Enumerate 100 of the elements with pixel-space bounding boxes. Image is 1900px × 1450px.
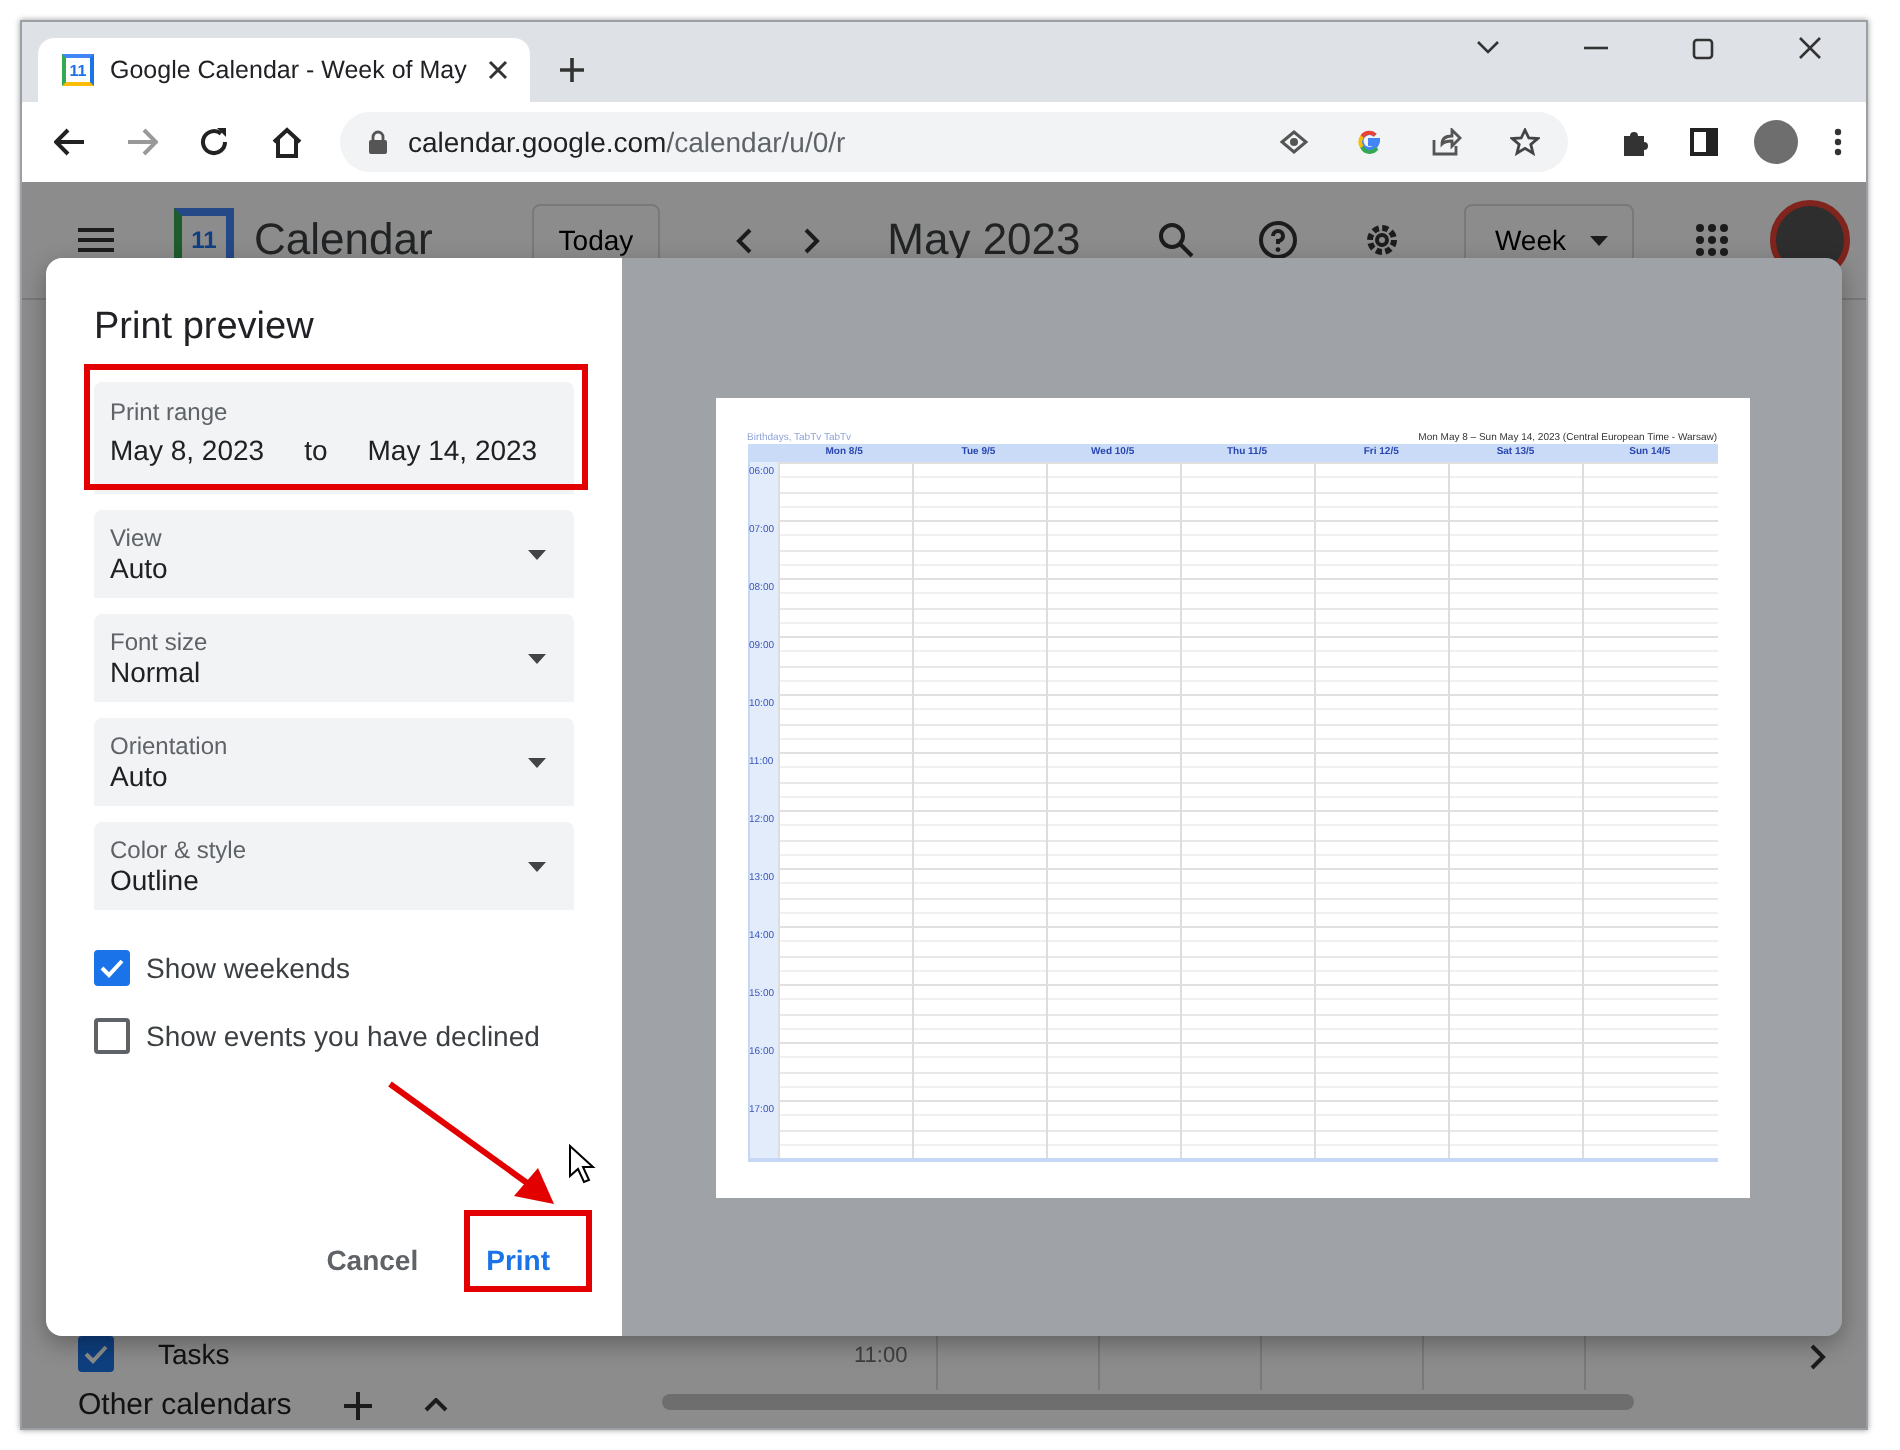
grid-cell bbox=[1582, 751, 1717, 809]
dropdown-field[interactable]: View Auto bbox=[94, 510, 574, 598]
grid-cell bbox=[1314, 461, 1449, 519]
scrollbar[interactable] bbox=[662, 1394, 1634, 1410]
caret-icon bbox=[1590, 235, 1608, 245]
more-icon[interactable] bbox=[1834, 128, 1842, 156]
star-icon[interactable] bbox=[1510, 128, 1540, 156]
print-range-field[interactable]: Print range May 8, 2023 to May 14, 2023 bbox=[94, 382, 574, 494]
search-icon[interactable] bbox=[1158, 222, 1195, 258]
grid-cell bbox=[1179, 519, 1315, 577]
help-icon[interactable] bbox=[1258, 220, 1299, 260]
grid-cell bbox=[777, 751, 912, 809]
grid-cell bbox=[1448, 867, 1583, 925]
caret-icon bbox=[528, 861, 546, 871]
chevron-up-icon[interactable] bbox=[423, 1398, 448, 1412]
calendar-favicon: 11 bbox=[62, 54, 94, 86]
plus-icon[interactable] bbox=[343, 1391, 372, 1419]
grid-cell bbox=[1045, 519, 1180, 577]
dropdown-field[interactable]: Orientation Auto bbox=[94, 718, 574, 806]
print-button[interactable]: Print bbox=[462, 1224, 574, 1296]
grid-cell bbox=[1179, 983, 1315, 1041]
grid-cell bbox=[911, 1099, 1046, 1157]
grid-cell bbox=[1179, 867, 1315, 925]
home-icon[interactable] bbox=[270, 126, 304, 158]
chevron-right-icon[interactable] bbox=[803, 227, 820, 253]
close-icon[interactable] bbox=[486, 58, 510, 82]
grid-cell bbox=[1582, 809, 1717, 867]
chevron-right-icon[interactable] bbox=[1810, 1343, 1826, 1369]
grid-cell bbox=[777, 461, 912, 519]
settings-icon[interactable] bbox=[1362, 220, 1403, 260]
field-label: View bbox=[110, 524, 164, 552]
grid-cell bbox=[911, 519, 1046, 577]
grid-cell bbox=[1045, 461, 1180, 519]
end-date[interactable]: May 14, 2023 bbox=[367, 434, 538, 466]
url-text: calendar.google.com/calendar/u/0/r bbox=[408, 126, 848, 158]
grid-cell bbox=[1045, 577, 1180, 635]
dropdown-field[interactable]: Color & style Outline bbox=[94, 822, 574, 910]
back-arrow-icon[interactable] bbox=[54, 128, 86, 156]
eye-icon[interactable] bbox=[1280, 130, 1308, 154]
grid-cell bbox=[1448, 519, 1583, 577]
grid-cell bbox=[777, 519, 912, 577]
address-bar[interactable]: calendar.google.com/calendar/u/0/r bbox=[340, 112, 1568, 172]
minimize-icon[interactable] bbox=[1584, 46, 1608, 50]
grid-cell bbox=[1582, 461, 1717, 519]
grid-cell bbox=[1179, 925, 1315, 983]
grid-cell bbox=[1045, 809, 1180, 867]
cancel-button[interactable]: Cancel bbox=[302, 1224, 443, 1296]
field-value: Auto bbox=[110, 760, 170, 792]
avatar[interactable] bbox=[1754, 120, 1798, 164]
grid-cell bbox=[911, 867, 1046, 925]
start-date[interactable]: May 8, 2023 bbox=[110, 434, 265, 466]
grid-cell bbox=[777, 809, 912, 867]
time-label: 11:00 bbox=[854, 1344, 908, 1368]
checkbox[interactable] bbox=[94, 1018, 130, 1054]
grid-cell bbox=[911, 635, 1046, 693]
checkbox-label: Show weekends bbox=[146, 952, 350, 984]
grid-cell bbox=[911, 809, 1046, 867]
forward-arrow-icon[interactable] bbox=[126, 128, 158, 156]
tasks-label: Tasks bbox=[158, 1338, 230, 1370]
close-icon[interactable] bbox=[1798, 36, 1822, 60]
menu-icon[interactable] bbox=[78, 228, 114, 252]
field-label: Orientation bbox=[110, 732, 230, 760]
checkbox[interactable] bbox=[78, 1336, 114, 1372]
grid-cell bbox=[1582, 693, 1717, 751]
grid-cell bbox=[777, 1041, 912, 1099]
grid-cell bbox=[1179, 693, 1315, 751]
grid-cell bbox=[777, 1099, 912, 1157]
dialog-title: Print preview bbox=[94, 306, 316, 350]
grid-cell bbox=[1448, 1099, 1583, 1157]
grid-cell bbox=[1314, 1099, 1449, 1157]
grid-cell bbox=[1179, 577, 1315, 635]
browser-tab[interactable]: 11 Google Calendar - Week of May bbox=[38, 38, 530, 102]
share-icon[interactable] bbox=[1432, 128, 1462, 156]
chevron-left-icon[interactable] bbox=[735, 227, 752, 253]
side-panel-icon[interactable] bbox=[1690, 128, 1718, 156]
grid-cell bbox=[777, 635, 912, 693]
plus-icon[interactable] bbox=[558, 56, 586, 84]
grid-cell bbox=[777, 867, 912, 925]
checkbox-label: Show events you have declined bbox=[146, 1020, 540, 1052]
google-g-icon[interactable] bbox=[1356, 128, 1384, 156]
grid-cell bbox=[1179, 1099, 1315, 1157]
field-label: Color & style bbox=[110, 836, 249, 864]
grid-cell bbox=[911, 577, 1046, 635]
grid-cell bbox=[1314, 1041, 1449, 1099]
mouse-pointer-icon bbox=[568, 1144, 596, 1184]
grid-cell bbox=[1179, 809, 1315, 867]
grid-cell bbox=[1179, 1041, 1315, 1099]
grid-cell bbox=[911, 461, 1046, 519]
caret-icon bbox=[528, 653, 546, 663]
checkbox[interactable] bbox=[94, 950, 130, 986]
grid-cell bbox=[1448, 751, 1583, 809]
reload-icon[interactable] bbox=[198, 126, 230, 158]
grid-cell bbox=[1582, 635, 1717, 693]
maximize-icon[interactable] bbox=[1692, 37, 1714, 59]
chevron-down-icon[interactable] bbox=[1476, 40, 1500, 56]
grid-cell bbox=[1045, 1041, 1180, 1099]
apps-grid-icon[interactable] bbox=[1696, 224, 1728, 256]
puzzle-icon[interactable] bbox=[1620, 127, 1650, 157]
dropdown-field[interactable]: Font size Normal bbox=[94, 614, 574, 702]
grid-cell bbox=[1045, 635, 1180, 693]
